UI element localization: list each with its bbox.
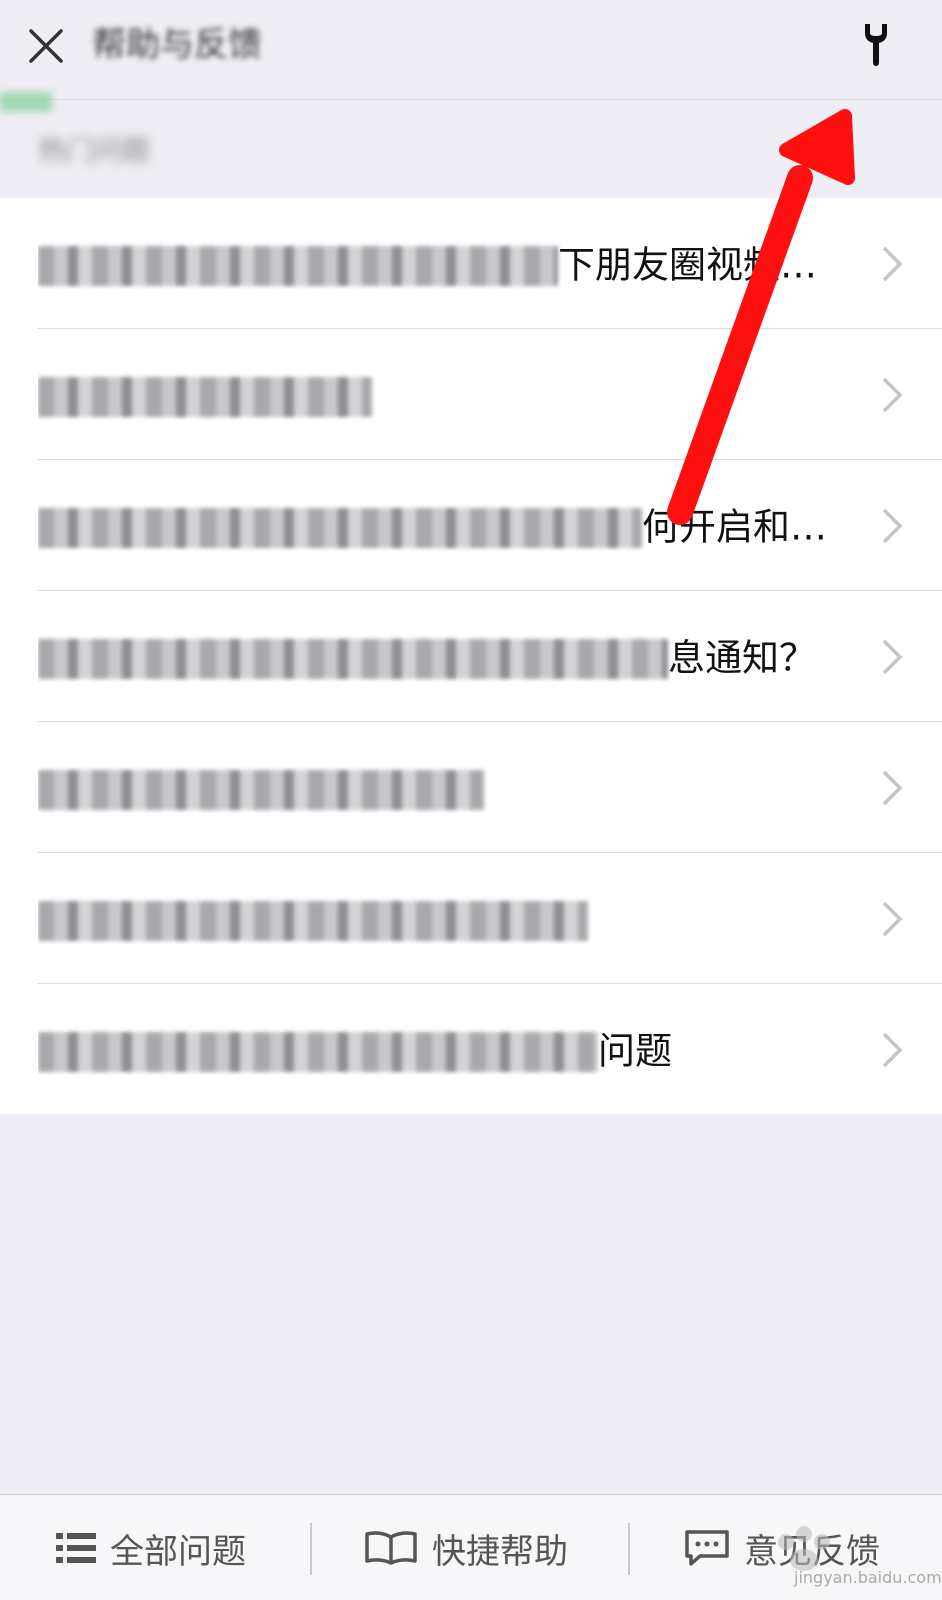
list-item-visible-text: 问题 <box>598 1029 672 1073</box>
tab-label: 快捷帮助 <box>432 1531 568 1572</box>
chevron-right-icon <box>882 508 903 544</box>
header-bar: 帮助与反馈 <box>0 0 942 100</box>
list-item-text: 息通知？ <box>38 632 858 682</box>
blurred-text <box>38 638 668 679</box>
wrench-button[interactable] <box>856 20 896 70</box>
blurred-text <box>38 769 484 810</box>
chevron-right-icon <box>882 377 903 413</box>
chevron-right-icon <box>882 639 903 675</box>
blurred-text <box>38 507 642 548</box>
blurred-text <box>38 245 558 286</box>
divider <box>628 1523 630 1575</box>
blurred-text <box>38 1031 598 1072</box>
divider <box>310 1523 312 1575</box>
list-icon <box>56 1531 96 1565</box>
book-icon <box>364 1531 418 1565</box>
chat-bubble-icon <box>684 1529 730 1567</box>
tab-quick-help[interactable]: 快捷帮助 <box>364 1495 568 1600</box>
blurred-text <box>38 376 372 417</box>
list-item-visible-text: 息通知？ <box>668 636 816 680</box>
list-item[interactable] <box>0 329 942 460</box>
wrench-icon <box>865 24 887 66</box>
list-item-visible-text: 何开启和… <box>642 505 827 549</box>
chevron-right-icon <box>882 901 903 937</box>
list-item-text: 问题 <box>38 1025 858 1075</box>
question-list: 下朋友圈视频… 何开启和… 息通知？ 问题 <box>0 198 942 1114</box>
list-item[interactable]: 何开启和… <box>0 460 942 591</box>
list-item-text: 下朋友圈视频… <box>38 239 858 289</box>
tab-label: 全部问题 <box>110 1531 246 1572</box>
list-item[interactable] <box>0 722 942 853</box>
list-item[interactable]: 问题 <box>0 984 942 1115</box>
list-item-text <box>38 370 858 420</box>
blurred-text <box>38 900 588 941</box>
chevron-right-icon <box>882 770 903 806</box>
chevron-right-icon <box>882 246 903 282</box>
list-item[interactable]: 下朋友圈视频… <box>0 198 942 329</box>
watermark-url: jingyan.baidu.com <box>794 1568 942 1587</box>
list-item-visible-text: 下朋友圈视频… <box>558 243 817 287</box>
chevron-right-icon <box>882 1032 903 1068</box>
close-icon <box>29 29 63 63</box>
section-label: 热门问题 <box>38 134 151 167</box>
list-item[interactable]: 息通知？ <box>0 591 942 722</box>
list-item[interactable] <box>0 853 942 984</box>
loading-progress-bar <box>0 92 52 112</box>
list-item-text: 何开启和… <box>38 501 858 551</box>
page-title: 帮助与反馈 <box>92 25 262 65</box>
list-item-text <box>38 763 858 813</box>
list-item-text <box>38 894 858 944</box>
tab-all-questions[interactable]: 全部问题 <box>56 1495 246 1600</box>
close-button[interactable] <box>24 24 68 68</box>
